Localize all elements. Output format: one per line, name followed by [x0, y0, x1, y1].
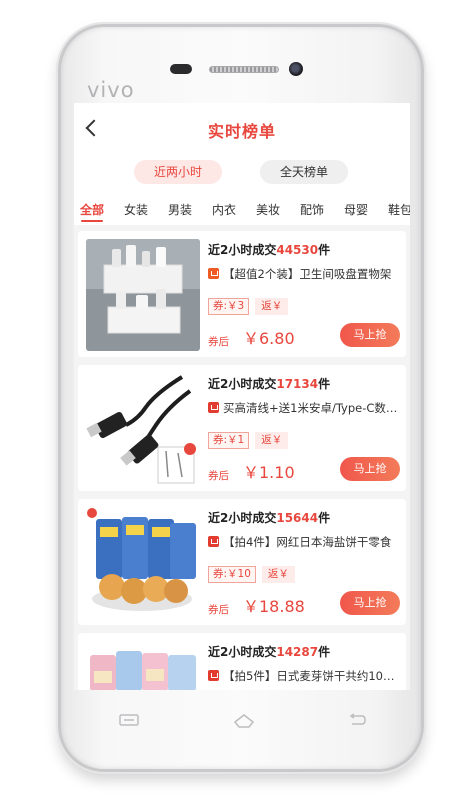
category-tabs: 全部 女装 男装 内衣 美妆 配饰 母婴 鞋包 — [74, 191, 410, 225]
product-image[interactable] — [86, 239, 200, 351]
sales-suffix: 件 — [318, 377, 331, 391]
sales-suffix: 件 — [318, 243, 331, 257]
product-name-text: 【超值2个装】卫生间吸盘置物架 — [223, 267, 392, 281]
sales-count-line: 近2小时成交14287件 — [208, 643, 330, 660]
tmall-icon — [208, 536, 219, 547]
price: ￥1.10 — [243, 463, 295, 482]
sales-prefix: 近2小时成交 — [208, 511, 277, 525]
product-name: 【拍4件】网红日本海盐饼干零食 — [208, 534, 400, 550]
product-image[interactable] — [86, 373, 200, 485]
coupon-badge: 券:￥10 — [208, 566, 256, 583]
category-tab-women[interactable]: 女装 — [124, 201, 148, 218]
earpiece-speaker — [209, 66, 279, 73]
product-name-text: 【拍4件】网红日本海盐饼干零食 — [223, 535, 392, 549]
coupon-row: 券:￥3 返￥ — [208, 298, 289, 316]
buy-now-button[interactable]: 马上抢 — [340, 323, 400, 347]
product-name: 【超值2个装】卫生间吸盘置物架 — [208, 266, 400, 282]
coupon-badge: 券:￥3 — [208, 298, 250, 315]
header-bar: 实时榜单 — [74, 103, 410, 155]
category-tab-shoes-bags[interactable]: 鞋包 — [388, 201, 410, 218]
product-card[interactable]: 近2小时成交44530件 【超值2个装】卫生间吸盘置物架 券:￥3 返￥ 券后 ￥… — [78, 231, 406, 357]
sales-count: 17134 — [276, 377, 319, 391]
product-card[interactable]: 近2小时成交15644件 【拍4件】网红日本海盐饼干零食 券:￥10 返￥ 券后 … — [78, 499, 406, 625]
front-camera — [289, 62, 303, 76]
category-tab-underwear[interactable]: 内衣 — [212, 201, 236, 218]
category-tab-accessories[interactable]: 配饰 — [300, 201, 324, 218]
product-card[interactable]: 近2小时成交14287件 【拍5件】日式麦芽饼干共约1000g — [78, 633, 406, 690]
category-tab-all[interactable]: 全部 — [80, 201, 104, 218]
sales-count: 15644 — [276, 511, 319, 525]
phone-brand-logo: vivo — [87, 78, 135, 102]
product-image[interactable] — [86, 507, 200, 619]
sales-prefix: 近2小时成交 — [208, 243, 277, 257]
hardware-keys — [61, 709, 421, 739]
back-key-icon[interactable] — [345, 713, 369, 729]
sales-suffix: 件 — [318, 645, 331, 659]
home-key-icon[interactable] — [232, 713, 256, 729]
app-screen: 实时榜单 近两小时 全天榜单 全部 女装 男装 内衣 美妆 配饰 母婴 鞋包 近… — [74, 103, 410, 690]
buy-now-button[interactable]: 马上抢 — [340, 457, 400, 481]
coupon-row: 券:￥10 返￥ — [208, 566, 295, 584]
sales-count: 44530 — [276, 243, 319, 257]
sales-suffix: 件 — [318, 511, 331, 525]
category-tab-makeup[interactable]: 美妆 — [256, 201, 280, 218]
tab-two-hours[interactable]: 近两小时 — [134, 160, 222, 184]
sales-count-line: 近2小时成交44530件 — [208, 241, 330, 258]
time-range-switch: 近两小时 全天榜单 — [74, 155, 410, 191]
coupon-badge: 券:￥1 — [208, 432, 250, 449]
sales-prefix: 近2小时成交 — [208, 377, 277, 391]
buy-now-button[interactable]: 马上抢 — [340, 591, 400, 615]
product-name: 【拍5件】日式麦芽饼干共约1000g — [208, 668, 400, 684]
tab-all-day[interactable]: 全天榜单 — [260, 160, 348, 184]
product-card[interactable]: 近2小时成交17134件 买高清线+送1米安卓/Type-C数据线 券:￥1 返￥… — [78, 365, 406, 491]
product-image[interactable] — [86, 641, 200, 690]
price: ￥6.80 — [243, 329, 295, 348]
category-tab-men[interactable]: 男装 — [168, 201, 192, 218]
menu-key-icon[interactable] — [117, 713, 141, 729]
active-tab-underline — [81, 220, 103, 222]
proximity-sensor — [170, 64, 192, 74]
rebate-badge: 返￥ — [255, 298, 289, 315]
coupon-row: 券:￥1 返￥ — [208, 432, 289, 450]
tmall-icon — [208, 402, 219, 413]
product-name: 买高清线+送1米安卓/Type-C数据线 — [208, 400, 400, 416]
price: ￥18.88 — [243, 597, 305, 616]
taobao-icon — [208, 268, 219, 279]
after-coupon-label: 券后 — [208, 336, 229, 348]
page-title: 实时榜单 — [207, 122, 276, 141]
rebate-badge: 返￥ — [255, 432, 289, 449]
tmall-icon — [208, 670, 219, 681]
sales-count: 14287 — [276, 645, 319, 659]
after-coupon-label: 券后 — [208, 470, 229, 482]
sales-count-line: 近2小时成交15644件 — [208, 509, 330, 526]
rebate-badge: 返￥ — [261, 566, 295, 583]
product-name-text: 买高清线+送1米安卓/Type-C数据线 — [223, 401, 400, 415]
sales-count-line: 近2小时成交17134件 — [208, 375, 330, 392]
category-tab-baby[interactable]: 母婴 — [344, 201, 368, 218]
product-name-text: 【拍5件】日式麦芽饼干共约1000g — [223, 669, 400, 683]
after-coupon-label: 券后 — [208, 604, 229, 616]
sales-prefix: 近2小时成交 — [208, 645, 277, 659]
